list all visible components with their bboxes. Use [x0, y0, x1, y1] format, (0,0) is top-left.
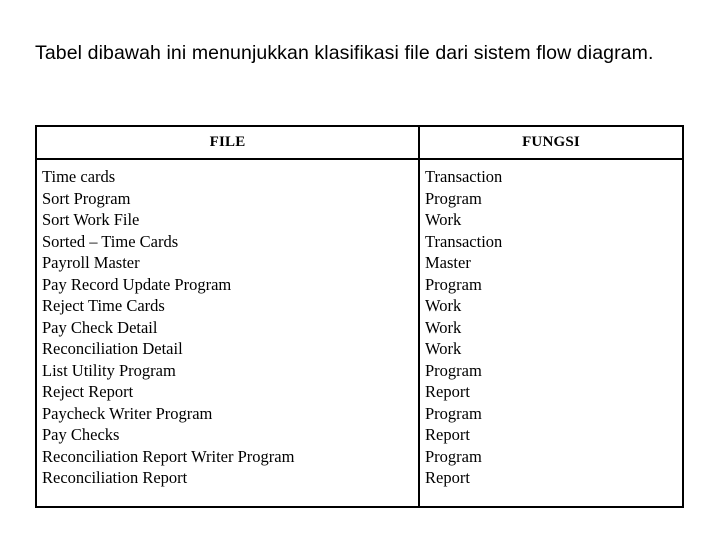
- list-item: Report: [425, 425, 470, 444]
- slide-canvas: Tabel dibawah ini menunjukkan klasifikas…: [0, 0, 720, 540]
- table-row: Time cards Sort Program Sort Work File Sort…: [37, 159, 682, 506]
- list-item: Work: [425, 210, 462, 229]
- table-row: FILE FUNGSI: [37, 127, 682, 160]
- list-item: Reject Time Cards: [42, 296, 165, 315]
- list-item: Program: [425, 446, 482, 466]
- list-item: Time cards: [42, 167, 116, 186]
- list-item: Reconciliation Report: [42, 468, 188, 487]
- list-item: Program: [425, 188, 482, 208]
- list-item: Report: [425, 468, 470, 487]
- list-item: Program: [425, 274, 482, 294]
- fungsi-value-list: Transaction Program Work Transaction Master P…: [425, 166, 682, 489]
- list-item: Sort Work File: [42, 210, 140, 229]
- list-item: Reconciliation Report Writer Program: [42, 446, 295, 466]
- list-item: Program: [425, 360, 482, 380]
- list-item: Work: [425, 339, 462, 358]
- list-item: Pay Record Update Program: [42, 274, 232, 294]
- column-header-fungsi: FUNGSI: [419, 127, 682, 160]
- list-item: Report: [425, 382, 470, 401]
- file-classification-table: FILE FUNGSI Time cards Sort Program Sort W…: [35, 125, 684, 508]
- list-item: Work: [425, 296, 462, 315]
- list-item: Program: [425, 403, 482, 423]
- list-item: Pay Check Detail: [42, 317, 158, 337]
- list-item: Transaction: [425, 231, 503, 251]
- classification-table: FILE FUNGSI Time cards Sort Program Sort W…: [37, 127, 682, 506]
- page-title: Tabel dibawah ini menunjukkan klasifikas…: [35, 42, 654, 64]
- table-header-row: FILE FUNGSI: [37, 127, 682, 160]
- list-item: Paycheck Writer Program: [42, 403, 213, 423]
- file-name-list: Time cards Sort Program Sort Work File Sort…: [42, 166, 418, 489]
- column-header-file: FILE: [37, 127, 420, 160]
- list-item: List Utility Program: [42, 360, 176, 380]
- list-item: Sort Program: [42, 188, 131, 208]
- fungsi-column-cell: Transaction Program Work Transaction Master P…: [419, 159, 682, 506]
- list-item: Reconciliation Detail: [42, 339, 183, 358]
- list-item: Transaction: [425, 167, 503, 186]
- list-item: Work: [425, 317, 462, 337]
- table-body: Time cards Sort Program Sort Work File Sort…: [37, 159, 682, 506]
- file-column-cell: Time cards Sort Program Sort Work File Sort…: [37, 159, 420, 506]
- list-item: Sorted – Time Cards: [42, 231, 179, 251]
- list-item: Payroll Master: [42, 253, 140, 272]
- list-item: Pay Checks: [42, 425, 120, 444]
- list-item: Reject Report: [42, 382, 134, 401]
- list-item: Master: [425, 253, 471, 272]
